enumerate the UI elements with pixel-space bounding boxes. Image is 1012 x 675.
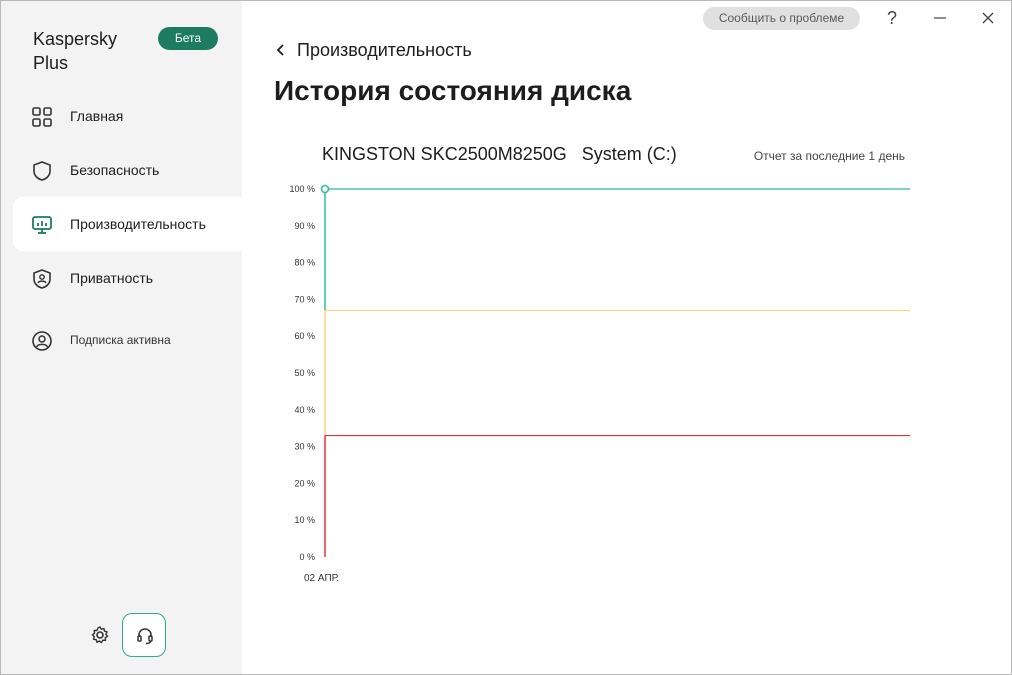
minimize-icon	[934, 17, 946, 19]
y-tick-label: 70 %	[294, 294, 315, 304]
app-brand: Kaspersky Plus	[33, 29, 118, 73]
minimize-button[interactable]	[923, 5, 957, 31]
close-button[interactable]	[971, 5, 1005, 31]
sidebar-item-performance[interactable]: Производительность	[13, 197, 242, 251]
sidebar-item-privacy[interactable]: Приватность	[13, 251, 242, 305]
report-period[interactable]: Отчет за последние 1 день	[754, 149, 905, 163]
sidebar-item-label: Приватность	[70, 270, 154, 286]
app-window: Kaspersky Plus Бета Главная Безопасность	[0, 0, 1012, 675]
y-tick-label: 20 %	[294, 478, 315, 488]
gear-icon[interactable]	[89, 624, 111, 646]
sidebar-item-home[interactable]: Главная	[13, 89, 242, 143]
y-tick-label: 0 %	[299, 552, 315, 562]
privacy-shield-icon	[33, 269, 51, 289]
disk-health-chart: 0 % 10 % 20 % 30 % 40 % 50 % 60 % 70 % 80 % 90 % 1…	[289, 184, 910, 584]
x-tick-label: 02 АПР.	[304, 573, 339, 584]
y-tick-label: 50 %	[294, 368, 315, 378]
sidebar-footer	[1, 613, 242, 657]
y-tick-label: 90 %	[294, 221, 315, 231]
grid-icon	[32, 107, 52, 127]
y-tick-label: 10 %	[294, 515, 315, 525]
sidebar: Kaspersky Plus Бета Главная Безопасность	[1, 1, 242, 674]
sidebar-item-label: Безопасность	[70, 162, 160, 178]
beta-badge: Бета	[158, 27, 218, 50]
chevron-left-icon	[276, 44, 284, 56]
disk-name: KINGSTON SKC2500M8250G System (C:)	[322, 144, 677, 164]
back-label: Производительность	[297, 39, 472, 60]
sidebar-item-security[interactable]: Безопасность	[13, 143, 242, 197]
back-link[interactable]: Производительность	[274, 39, 472, 61]
sidebar-item-label: Главная	[70, 108, 124, 124]
headset-icon	[137, 628, 153, 645]
y-tick-label: 80 %	[294, 258, 315, 268]
y-tick-label: 30 %	[294, 442, 315, 452]
support-button[interactable]	[122, 613, 166, 657]
report-problem-button[interactable]: Сообщить о проблеме	[703, 7, 860, 30]
data-point	[320, 184, 330, 194]
user-icon	[32, 331, 52, 351]
y-tick-label: 60 %	[294, 331, 315, 341]
sidebar-item-label: Подписка активна	[70, 333, 171, 347]
y-tick-label: 100 %	[289, 184, 315, 194]
shield-icon	[33, 161, 51, 181]
sidebar-item-subscription[interactable]: Подписка активна	[13, 313, 242, 367]
page-title: История состояния диска	[274, 75, 632, 106]
y-tick-label: 40 %	[294, 405, 315, 415]
help-button[interactable]: ?	[875, 5, 909, 31]
close-icon	[982, 12, 994, 24]
monitor-icon	[32, 216, 52, 234]
sidebar-item-label: Производительность	[70, 216, 206, 232]
